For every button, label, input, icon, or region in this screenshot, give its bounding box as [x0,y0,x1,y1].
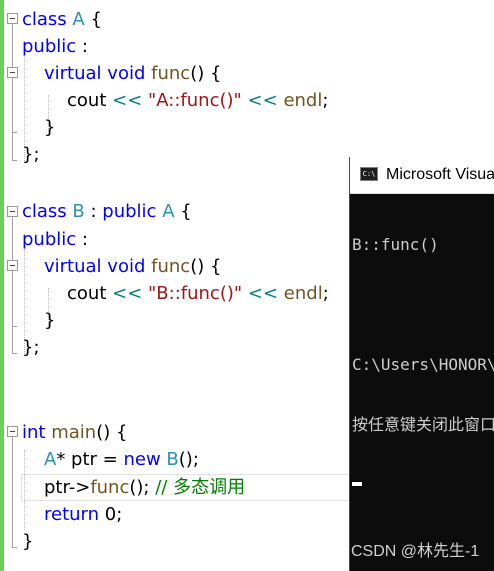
code-line[interactable]: }; [22,141,40,168]
code-line[interactable]: class B : public A { [22,198,192,225]
code-token: class [22,9,67,30]
collapse-func-b-icon[interactable] [7,260,18,271]
fold-guide-end [12,160,17,161]
code-token: } [44,310,56,331]
fold-guide-class-b [12,217,13,353]
console-app-icon: C:\ [360,167,378,181]
code-token: () { [96,422,128,443]
code-token: : [84,201,103,222]
code-token: A [72,9,85,30]
code-token: "A::func()" [148,90,242,111]
code-token: << [112,90,143,111]
code-line[interactable]: return 0; [44,501,122,528]
collapse-main-icon[interactable] [7,426,18,437]
code-token: "B::func()" [148,283,243,304]
code-token: } [22,531,34,552]
code-token: B [166,449,179,470]
code-line[interactable]: int main() { [22,419,127,446]
code-token: class [22,201,67,222]
code-token: (); [178,449,199,470]
code-token: A [162,201,175,222]
code-token: << [247,90,278,111]
code-token: ; [322,283,329,304]
code-token: cout [67,283,113,304]
code-token: public [102,201,157,222]
code-token: 0; [99,504,123,525]
code-line[interactable]: } [22,528,33,555]
collapse-class-a-icon[interactable] [7,13,18,24]
code-token: func [90,477,130,498]
fold-guide-end [12,353,17,354]
fold-guide-end [12,547,17,548]
code-token: { [174,201,192,222]
code-token: ptr-> [44,477,91,498]
code-token: }; [22,337,40,358]
code-token: : [76,36,88,57]
code-line[interactable]: ptr->func(); // 多态调用 [44,474,245,501]
code-token: } [44,117,56,138]
code-token: () { [190,256,222,277]
code-token: : [76,229,88,250]
collapse-class-b-icon[interactable] [7,206,18,217]
code-token: A [44,449,57,470]
debug-console-window[interactable]: C:\ Microsoft Visual Studio 调试控制台 B::fun… [349,157,494,571]
code-token: public [22,229,77,250]
code-line[interactable]: class A { [22,6,102,33]
code-token: virtual [44,256,102,277]
code-line[interactable]: }; [22,334,40,361]
console-cursor-line [352,475,494,495]
console-output[interactable]: B::func() C:\Users\HONOR\source\repos\Pr… [352,195,494,535]
code-line[interactable]: cout << "B::func()" << endl; [67,280,329,307]
code-token: endl [283,90,323,111]
code-line[interactable]: cout << "A::func()" << endl; [67,87,328,114]
code-token: virtual [44,63,102,84]
fold-guide-class-a [12,24,13,160]
code-line[interactable]: } [44,307,55,334]
code-token: * ptr = [56,449,124,470]
code-line[interactable]: virtual void func() { [44,60,221,87]
code-token: (); [129,477,156,498]
console-line: C:\Users\HONOR\source\repos\Project1\x64… [352,355,494,374]
console-line: B::func() [352,235,439,254]
code-token: endl [283,283,323,304]
change-tracking-bar [0,0,4,571]
code-token: }; [22,144,40,165]
code-token: cout [67,90,113,111]
code-token: func [151,63,191,84]
watermark: CSDN @林先生-1 [351,543,480,560]
code-line[interactable]: public : [22,33,88,60]
code-token: void [107,256,146,277]
code-token: int [22,422,46,443]
code-token: // 多态调用 [155,477,246,498]
code-token: ; [322,90,329,111]
fold-guide-end [12,326,17,327]
code-token: () { [190,63,222,84]
code-token: << [247,283,279,304]
fold-guide-main [12,437,13,547]
code-token: public [22,36,77,57]
code-token: func [151,256,191,277]
console-titlebar[interactable]: C:\ Microsoft Visual Studio 调试控制台 [350,157,494,194]
code-line[interactable]: public : [22,226,88,253]
fold-guide-end [12,132,17,133]
console-cursor [352,482,362,486]
code-token: new [123,449,161,470]
code-line[interactable]: A* ptr = new B(); [44,446,199,473]
code-line[interactable]: virtual void func() { [44,253,221,280]
code-token: return [44,504,100,525]
collapse-func-a-icon[interactable] [7,67,18,78]
code-token: << [112,283,143,304]
console-line: 按任意键关闭此窗口. . . [352,415,494,434]
code-token: B [72,201,85,222]
code-token: { [84,9,102,30]
console-title: Microsoft Visual Studio 调试控制台 [386,166,494,183]
code-token: void [107,63,146,84]
code-token: main [51,422,97,443]
code-line[interactable]: } [44,114,55,141]
